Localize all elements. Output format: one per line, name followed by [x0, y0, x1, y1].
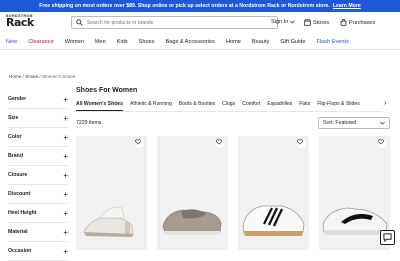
category-tabs: All Women's Shoes Athletic & Running Boo…	[76, 101, 367, 111]
plus-icon: +	[63, 246, 68, 256]
search-input[interactable]	[87, 19, 267, 26]
product-card[interactable]	[157, 136, 228, 250]
chevron-down-icon	[380, 121, 385, 125]
purchases-label: Purchases	[349, 19, 376, 26]
main-nav: New Clearance Women Men Kids Shoes Bags …	[0, 34, 400, 50]
nav-shoes[interactable]: Shoes	[139, 39, 155, 45]
nav-gift-guide[interactable]: Gift Guide	[280, 39, 305, 45]
plus-icon: +	[63, 113, 68, 123]
tab-athletic-running[interactable]: Athletic & Running	[130, 101, 172, 111]
filter-label: Heel Height	[8, 210, 37, 216]
filter-size[interactable]: Size +	[8, 109, 68, 128]
chevron-down-icon	[290, 20, 296, 24]
product-card[interactable]	[238, 136, 309, 250]
purchases-button[interactable]: Purchases	[340, 19, 375, 26]
chevron-right-icon[interactable]: ›	[384, 100, 386, 107]
heart-icon[interactable]	[135, 139, 144, 148]
promo-text: Free shipping on most orders over $89. S…	[39, 3, 330, 9]
stores-label: Stores	[313, 19, 330, 26]
tab-all-womens-shoes[interactable]: All Women's Shoes	[76, 101, 123, 111]
filter-sidebar: Gender + Size + Color + Brand + Closure + Dis…	[8, 90, 68, 261]
filter-label: Gender	[8, 96, 27, 102]
tab-flats[interactable]: Flats	[299, 101, 310, 111]
nav-flash-events[interactable]: Flash Events	[317, 39, 349, 45]
nav-beauty[interactable]: Beauty	[252, 39, 269, 45]
product-card[interactable]	[76, 136, 147, 250]
plus-icon: +	[63, 170, 68, 180]
site-header: NORDSTROM Rack Sign In Stores Purchases	[0, 12, 400, 34]
white-black-stripe-sneaker-image	[242, 205, 305, 236]
filter-label: Closure	[8, 172, 28, 178]
breadcrumb-shoes[interactable]: Shoes	[25, 74, 38, 79]
nordstrom-rack-logo[interactable]: NORDSTROM Rack	[6, 14, 44, 31]
tab-flip-flops-slides[interactable]: Flip-Flops & Slides	[317, 101, 359, 111]
chat-icon	[383, 233, 392, 242]
heart-icon[interactable]	[297, 139, 306, 148]
plus-icon: +	[63, 189, 68, 199]
nav-kids[interactable]: Kids	[117, 39, 128, 45]
filter-label: Color	[8, 134, 22, 140]
sort-dropdown[interactable]: Sort: Featured	[318, 117, 390, 129]
breadcrumb: Home / Shoes / Women's Shoes	[9, 74, 76, 79]
gray-slip-on-image	[162, 209, 222, 235]
filter-occasion[interactable]: Occasion +	[8, 242, 68, 261]
shopping-bag-icon	[340, 19, 347, 26]
heart-icon[interactable]	[378, 139, 387, 148]
heart-icon[interactable]	[216, 139, 225, 148]
filter-brand[interactable]: Brand +	[8, 147, 68, 166]
nav-home[interactable]: Home	[226, 39, 241, 45]
breadcrumb-home[interactable]: Home	[9, 74, 21, 79]
stores-button[interactable]: Stores	[304, 19, 329, 26]
filter-label: Size	[8, 115, 19, 121]
breadcrumb-current: Women's Shoes	[41, 74, 76, 79]
nav-men[interactable]: Men	[95, 39, 106, 45]
search-bar[interactable]	[71, 16, 278, 29]
nav-bags-accessories[interactable]: Bags & Accessories	[166, 39, 215, 45]
logo-line-2: Rack	[6, 16, 34, 30]
sign-in-button[interactable]: Sign In	[271, 19, 296, 25]
page-title: Shoes For Women	[76, 87, 138, 94]
tab-clogs[interactable]: Clogs	[222, 101, 235, 111]
plus-icon: +	[63, 227, 68, 237]
plus-icon: +	[63, 151, 68, 161]
nav-clearance[interactable]: Clearance	[28, 39, 54, 45]
promo-banner: Free shipping on most orders over $89. S…	[0, 0, 400, 12]
tab-boots-booties[interactable]: Boots & Booties	[179, 101, 215, 111]
tabs-divider	[76, 111, 382, 112]
filter-gender[interactable]: Gender +	[8, 90, 68, 109]
filter-color[interactable]: Color +	[8, 128, 68, 147]
filter-material[interactable]: Material +	[8, 223, 68, 242]
tab-comfort[interactable]: Comfort	[242, 101, 260, 111]
plus-icon: +	[63, 94, 68, 104]
filter-discount[interactable]: Discount +	[8, 185, 68, 204]
learn-more-link[interactable]: Learn More	[333, 3, 361, 9]
filter-closure[interactable]: Closure +	[8, 166, 68, 185]
filter-label: Occasion	[8, 248, 32, 254]
nav-new[interactable]: New	[6, 39, 17, 45]
item-count: 7229 items	[76, 120, 102, 126]
sign-in-label: Sign In	[271, 19, 289, 25]
store-icon	[304, 19, 311, 26]
clear-heel-mule-image	[83, 206, 134, 237]
sort-label: Sort: Featured	[323, 120, 357, 126]
nav-women[interactable]: Women	[65, 39, 84, 45]
filter-heel-height[interactable]: Heel Height +	[8, 204, 68, 223]
tab-espadrilles[interactable]: Espadrilles	[267, 101, 292, 111]
filter-label: Brand	[8, 153, 23, 159]
chat-button[interactable]	[380, 230, 395, 245]
filter-label: Discount	[8, 191, 31, 197]
filter-label: Material	[8, 229, 28, 235]
plus-icon: +	[63, 208, 68, 218]
search-icon	[76, 19, 83, 26]
plus-icon: +	[63, 132, 68, 142]
